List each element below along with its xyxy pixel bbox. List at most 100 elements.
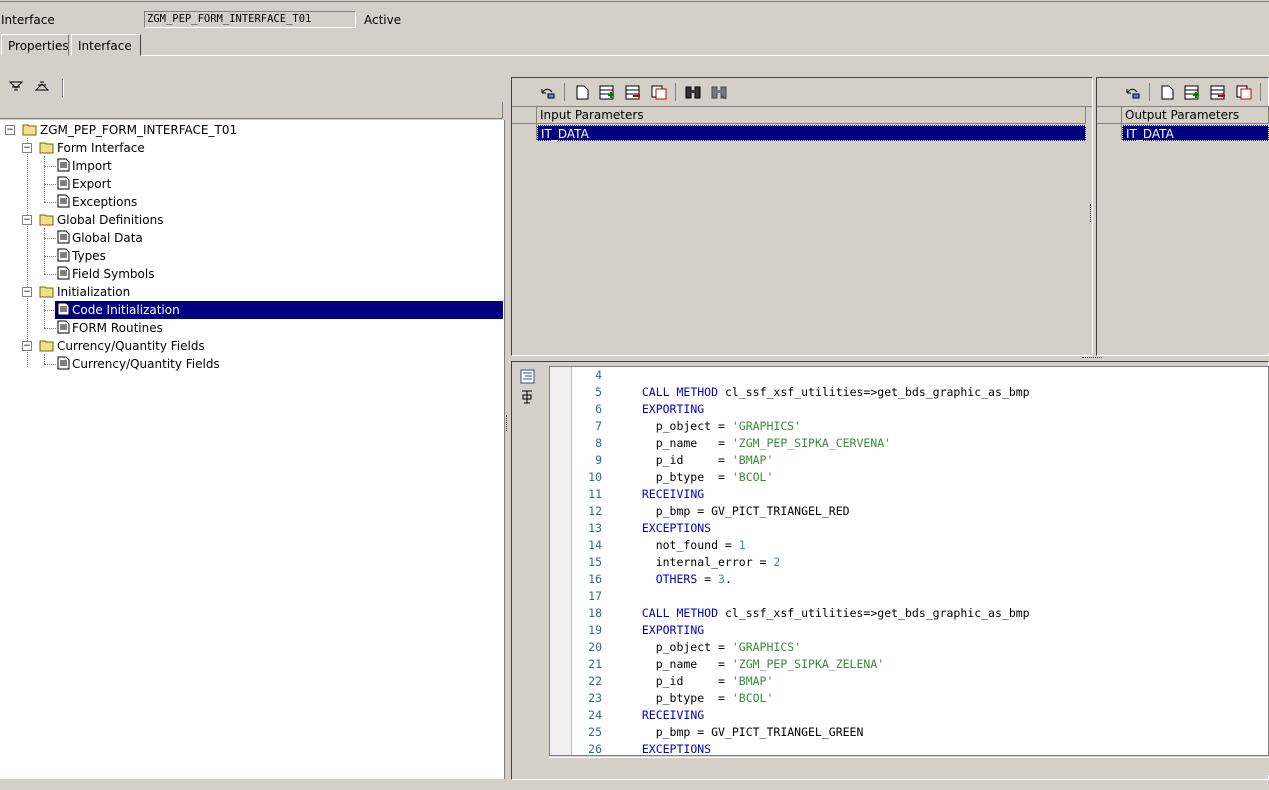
delete-row-icon[interactable] xyxy=(625,84,641,100)
code-line[interactable]: 5 CALL METHOD cl_ssf_xsf_utilities=>get_… xyxy=(572,384,1030,401)
code-text: p_id = 'BMAP' xyxy=(628,453,774,467)
tree-header xyxy=(0,102,503,119)
find-next-icon[interactable] xyxy=(711,84,727,100)
code-line[interactable]: 6 EXPORTING xyxy=(572,401,704,418)
new-row-icon[interactable] xyxy=(1159,84,1175,100)
tree-node-types[interactable]: Types xyxy=(57,247,108,265)
tree-node-exceptions[interactable]: Exceptions xyxy=(57,193,139,211)
expand-all-icon[interactable] xyxy=(8,78,24,94)
line-number: 18 xyxy=(588,606,602,620)
code-line[interactable]: 7 p_object = 'GRAPHICS' xyxy=(572,418,801,435)
folder-open-icon xyxy=(39,286,54,298)
code-line[interactable]: 9 p_id = 'BMAP' xyxy=(572,452,773,469)
code-text: p_btype = 'BCOL' xyxy=(628,691,774,705)
new-row-icon[interactable] xyxy=(574,84,590,100)
document-icon xyxy=(57,194,70,208)
code-line[interactable]: 25 p_bmp = GV_PICT_TRIANGEL_GREEN xyxy=(572,724,863,741)
tree-collapse-toggle[interactable]: − xyxy=(22,287,32,297)
tree-node-field-symbols[interactable]: Field Symbols xyxy=(57,265,156,283)
code-line[interactable]: 18 CALL METHOD cl_ssf_xsf_utilities=>get… xyxy=(572,605,1029,622)
tab-interface[interactable]: Interface xyxy=(71,34,141,56)
code-text: RECEIVING xyxy=(641,708,705,722)
editor-gutter xyxy=(550,367,572,755)
row-selector[interactable] xyxy=(512,124,537,140)
table-row[interactable]: IT_DATA xyxy=(537,125,1086,141)
tree-root[interactable]: ZGM_PEP_FORM_INTERFACE_T01 xyxy=(22,121,239,139)
insert-row-icon[interactable] xyxy=(1184,84,1200,100)
horizontal-scrollbar[interactable] xyxy=(549,757,1269,775)
pretty-printer-icon[interactable] xyxy=(519,368,535,384)
tree-node-initialization[interactable]: Initialization xyxy=(39,283,132,301)
code-line[interactable]: 13 EXCEPTIONS xyxy=(572,520,711,537)
code-text: p_bmp = GV_PICT_TRIANGEL_RED xyxy=(628,504,850,518)
tree-node-export[interactable]: Export xyxy=(57,175,113,193)
line-number: 22 xyxy=(588,674,602,688)
copy-row-icon[interactable] xyxy=(1236,84,1252,100)
copy-row-icon[interactable] xyxy=(651,84,667,100)
tree-node-currency-quantity-folder[interactable]: Currency/Quantity Fields xyxy=(39,337,207,355)
code-line[interactable]: 8 p_name = 'ZGM_PEP_SIPKA_CERVENA' xyxy=(572,435,891,452)
code-line[interactable]: 10 p_btype = 'BCOL' xyxy=(572,469,773,486)
undo-icon[interactable] xyxy=(539,84,555,100)
code-line[interactable]: 22 p_id = 'BMAP' xyxy=(572,673,773,690)
code-line[interactable]: 20 p_object = 'GRAPHICS' xyxy=(572,639,801,656)
code-line[interactable]: 24 RECEIVING xyxy=(572,707,704,724)
settings-icon[interactable] xyxy=(519,389,535,405)
tree-node-global-data[interactable]: Global Data xyxy=(57,229,145,247)
code-text: p_object = 'GRAPHICS' xyxy=(628,640,802,654)
tree-collapse-toggle[interactable]: − xyxy=(22,341,32,351)
code-text: EXCEPTIONS xyxy=(641,742,712,756)
code-text: p_name = 'ZGM_PEP_SIPKA_ZELENA' xyxy=(628,657,885,671)
code-text: CALL METHOD cl_ssf_xsf_utilities=>get_bd… xyxy=(641,385,1030,399)
table-row[interactable]: IT_DATA xyxy=(1122,125,1269,141)
code-line[interactable]: 11 RECEIVING xyxy=(572,486,704,503)
find-icon[interactable] xyxy=(685,84,701,100)
line-number: 6 xyxy=(595,402,602,416)
insert-row-icon[interactable] xyxy=(599,84,615,100)
folder-open-icon xyxy=(22,124,37,136)
code-line[interactable]: 17 xyxy=(572,588,628,605)
document-icon xyxy=(57,230,70,244)
code-editor[interactable]: 4 5 CALL METHOD cl_ssf_xsf_utilities=>get… xyxy=(549,366,1269,756)
tree-node-code-initialization[interactable]: Code Initialization xyxy=(55,301,503,319)
undo-icon[interactable] xyxy=(1124,84,1140,100)
toolbar-separator xyxy=(1260,83,1261,101)
code-line[interactable]: 23 p_btype = 'BCOL' xyxy=(572,690,773,707)
tree-node-form-interface[interactable]: Form Interface xyxy=(39,139,147,157)
line-number: 16 xyxy=(588,572,602,586)
column-header[interactable]: Output Parameters xyxy=(1122,107,1269,124)
code-text: RECEIVING xyxy=(641,487,705,501)
row-selector[interactable] xyxy=(1097,124,1122,140)
tab-properties[interactable]: Properties xyxy=(1,34,69,56)
code-text: p_name = 'ZGM_PEP_SIPKA_CERVENA' xyxy=(628,436,892,450)
tree-collapse-toggle[interactable]: − xyxy=(5,125,15,135)
code-text: EXPORTING xyxy=(641,402,705,416)
column-header[interactable]: Input Parameters xyxy=(537,107,1086,124)
code-line[interactable]: 19 EXPORTING xyxy=(572,622,704,639)
tree-collapse-toggle[interactable]: − xyxy=(22,215,32,225)
code-text: p_id = 'BMAP' xyxy=(628,674,774,688)
code-line[interactable]: 26 EXCEPTIONS xyxy=(572,741,712,756)
tree-node-form-routines[interactable]: FORM Routines xyxy=(57,319,165,337)
line-number: 26 xyxy=(588,742,602,756)
tree-node-import[interactable]: Import xyxy=(57,157,114,175)
tree-node-currency-quantity-fields[interactable]: Currency/Quantity Fields xyxy=(57,355,222,373)
tree-collapse-toggle[interactable]: − xyxy=(22,143,32,153)
code-line[interactable]: 15 internal_error = 2 xyxy=(572,554,780,571)
tree-node-global-definitions[interactable]: Global Definitions xyxy=(39,211,165,229)
line-number: 12 xyxy=(588,504,602,518)
tab-divider xyxy=(141,55,1269,56)
document-icon xyxy=(57,320,70,334)
collapse-all-icon[interactable] xyxy=(34,78,50,94)
code-line[interactable]: 14 not_found = 1 xyxy=(572,537,746,554)
interface-name-field[interactable]: ZGM_PEP_FORM_INTERFACE_T01 xyxy=(144,11,356,28)
code-line[interactable]: 16 OTHERS = 3. xyxy=(572,571,732,588)
delete-row-icon[interactable] xyxy=(1210,84,1226,100)
pane-splitter-grip[interactable] xyxy=(1090,204,1095,222)
interface-label: Interface xyxy=(1,13,55,27)
document-icon xyxy=(57,176,70,190)
code-line[interactable]: 21 p_name = 'ZGM_PEP_SIPKA_ZELENA' xyxy=(572,656,884,673)
code-text: EXCEPTIONS xyxy=(641,521,712,535)
code-line[interactable]: 4 xyxy=(572,367,628,384)
code-line[interactable]: 12 p_bmp = GV_PICT_TRIANGEL_RED xyxy=(572,503,850,520)
